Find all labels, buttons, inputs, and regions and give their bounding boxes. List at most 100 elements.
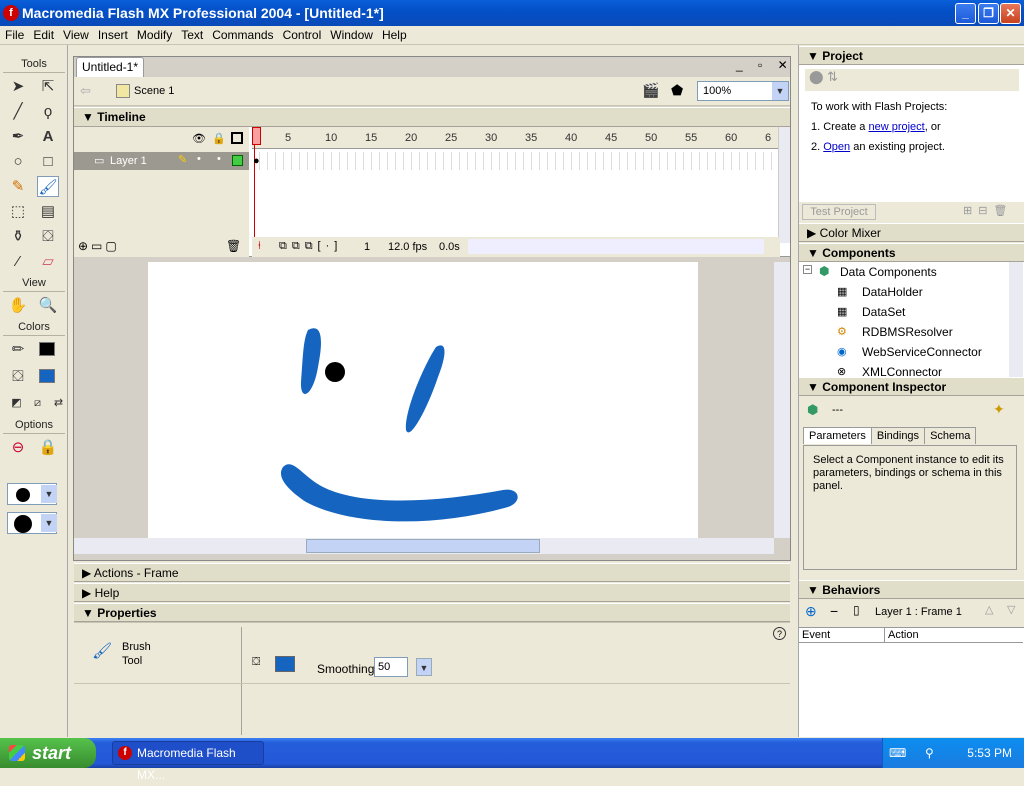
oval-tool-icon[interactable]: ○: [7, 151, 29, 172]
onion-skin-icons[interactable]: ⧉⧉⧉[·]: [279, 240, 342, 253]
pencil-tool-icon[interactable]: ✎: [7, 176, 29, 197]
edit-symbols-icon[interactable]: ⬟: [671, 82, 683, 99]
canvas-vscroll[interactable]: [774, 262, 790, 538]
lock-dot-icon[interactable]: •: [217, 153, 221, 165]
menu-view[interactable]: View: [58, 26, 93, 42]
fill-color-swatch[interactable]: [37, 366, 59, 387]
paint-bucket-tool-icon[interactable]: ⛋: [37, 226, 59, 247]
text-tool-icon[interactable]: A: [37, 126, 59, 147]
zoom-dropdown[interactable]: 100% ▼: [697, 81, 789, 101]
brush-size-dropdown[interactable]: ▼: [7, 483, 57, 505]
black-white-icon[interactable]: ◩: [9, 393, 24, 414]
pupil-dot[interactable]: [325, 362, 345, 382]
tab-parameters[interactable]: Parameters: [803, 427, 872, 444]
smoothing-chevron-icon[interactable]: ▼: [416, 658, 432, 676]
eye-icon[interactable]: 👁: [192, 132, 206, 145]
project-panel-header[interactable]: ▼ Project: [799, 46, 1024, 65]
layer-color-icon[interactable]: [232, 155, 243, 166]
right-eye-stroke[interactable]: [405, 345, 445, 433]
outline-icon[interactable]: [231, 132, 243, 144]
timeline-vscroll[interactable]: [778, 127, 790, 243]
brush-mode-icon[interactable]: ⊖: [7, 437, 29, 458]
line-tool-icon[interactable]: ╱: [7, 101, 29, 122]
menu-commands[interactable]: Commands: [207, 26, 277, 42]
help-panel-header[interactable]: ▶ Help: [74, 583, 790, 602]
tab-schema[interactable]: Schema: [924, 427, 977, 444]
timeline-hscroll[interactable]: [468, 239, 764, 254]
subselect-tool-icon[interactable]: ⇱: [37, 76, 59, 97]
star-icon[interactable]: ✦: [993, 401, 1005, 418]
lock-icon[interactable]: 🔒: [212, 132, 226, 145]
fill-transform-tool-icon[interactable]: ▤: [37, 201, 59, 222]
start-button[interactable]: start: [0, 738, 96, 768]
component-xmlconnector[interactable]: XMLConnector: [862, 365, 942, 377]
menu-text[interactable]: Text: [176, 26, 207, 42]
canvas-hscroll[interactable]: [74, 538, 774, 554]
scene-label[interactable]: Scene 1: [134, 85, 174, 97]
open-project-link[interactable]: Open: [823, 141, 850, 153]
smoothing-input[interactable]: [374, 657, 408, 677]
hand-tool-icon[interactable]: ✋: [7, 295, 29, 316]
component-dataholder[interactable]: DataHolder: [862, 285, 923, 299]
menu-edit[interactable]: Edit: [28, 26, 58, 42]
stage-canvas[interactable]: [148, 262, 698, 538]
color-mixer-header[interactable]: ▶ Color Mixer: [799, 223, 1024, 242]
inspector-header[interactable]: ▼ Component Inspector: [799, 377, 1024, 396]
close-button[interactable]: ✕: [1000, 3, 1021, 24]
document-tab[interactable]: Untitled-1*: [76, 57, 144, 77]
playhead-handle[interactable]: [252, 127, 261, 145]
back-arrow-icon[interactable]: ⇦: [80, 83, 91, 99]
canvas-hscroll-thumb[interactable]: [306, 539, 540, 553]
move-down-icon[interactable]: ▽: [1007, 603, 1015, 616]
eraser-tool-icon[interactable]: ▱: [37, 251, 59, 272]
brush-color-swatch[interactable]: [275, 656, 295, 672]
project-action-icons[interactable]: ⊞⊟🗑: [963, 204, 1013, 217]
component-dataset[interactable]: DataSet: [862, 305, 905, 319]
eyedropper-tool-icon[interactable]: ⁄: [7, 251, 29, 272]
component-webserviceconnector[interactable]: WebServiceConnector: [862, 345, 982, 359]
lock-fill-icon[interactable]: 🔒: [37, 437, 59, 458]
tab-bindings[interactable]: Bindings: [870, 427, 926, 444]
new-project-link[interactable]: new project: [868, 121, 924, 133]
timeline-header[interactable]: ▼ Timeline: [74, 107, 790, 127]
brush-tool-icon[interactable]: 🖌: [37, 176, 59, 197]
rectangle-tool-icon[interactable]: □: [37, 151, 59, 172]
menu-modify[interactable]: Modify: [132, 26, 176, 42]
no-color-icon[interactable]: ⧄: [30, 393, 45, 414]
col-action[interactable]: Action: [885, 628, 1023, 643]
tray-app-icon[interactable]: ⚲: [925, 738, 934, 768]
menu-help[interactable]: Help: [377, 26, 411, 42]
components-vscroll[interactable]: [1009, 262, 1023, 377]
menu-file[interactable]: File: [0, 26, 28, 42]
remove-behavior-icon[interactable]: −: [830, 603, 838, 619]
visible-dot-icon[interactable]: •: [197, 153, 201, 165]
center-frame-icon[interactable]: ⍿: [258, 240, 261, 253]
arrow-tool-icon[interactable]: ➤: [7, 76, 29, 97]
delete-layer-icon[interactable]: 🗑: [226, 239, 241, 253]
taskbar-item-flash[interactable]: f Macromedia Flash MX...: [112, 741, 264, 782]
add-behavior-icon[interactable]: ⊕: [805, 603, 817, 620]
keyboard-icon[interactable]: ⌨: [889, 738, 906, 768]
free-transform-tool-icon[interactable]: ⬚: [7, 201, 29, 222]
layer-row[interactable]: ▭ Layer 1 ✎ • •: [74, 152, 249, 170]
stroke-color-swatch[interactable]: [37, 339, 59, 360]
maximize-button[interactable]: ❐: [978, 3, 999, 24]
edit-scene-icon[interactable]: 🎬: [642, 82, 659, 99]
behaviors-header[interactable]: ▼ Behaviors: [799, 580, 1024, 599]
move-up-icon[interactable]: △: [985, 603, 993, 616]
test-project-button[interactable]: Test Project: [802, 204, 876, 220]
menu-window[interactable]: Window: [325, 26, 377, 42]
menu-control[interactable]: Control: [278, 26, 326, 42]
zoom-tool-icon[interactable]: 🔍: [37, 295, 59, 316]
properties-panel-header[interactable]: ▼ Properties: [74, 603, 790, 622]
collapse-toggle-icon[interactable]: −: [803, 265, 812, 274]
ink-bottle-tool-icon[interactable]: ⚱: [7, 226, 29, 247]
menu-insert[interactable]: Insert: [93, 26, 132, 42]
brush-shape-dropdown[interactable]: ▼: [7, 512, 57, 534]
swap-colors-icon[interactable]: ⇄: [51, 393, 66, 414]
doc-window-controls[interactable]: _ ▫ ✕: [736, 58, 794, 72]
help-icon[interactable]: ?: [773, 627, 786, 640]
pen-tool-icon[interactable]: ✒: [7, 126, 29, 147]
components-header[interactable]: ▼ Components: [799, 243, 1024, 262]
frame-rate[interactable]: 12.0 fps: [388, 241, 427, 253]
